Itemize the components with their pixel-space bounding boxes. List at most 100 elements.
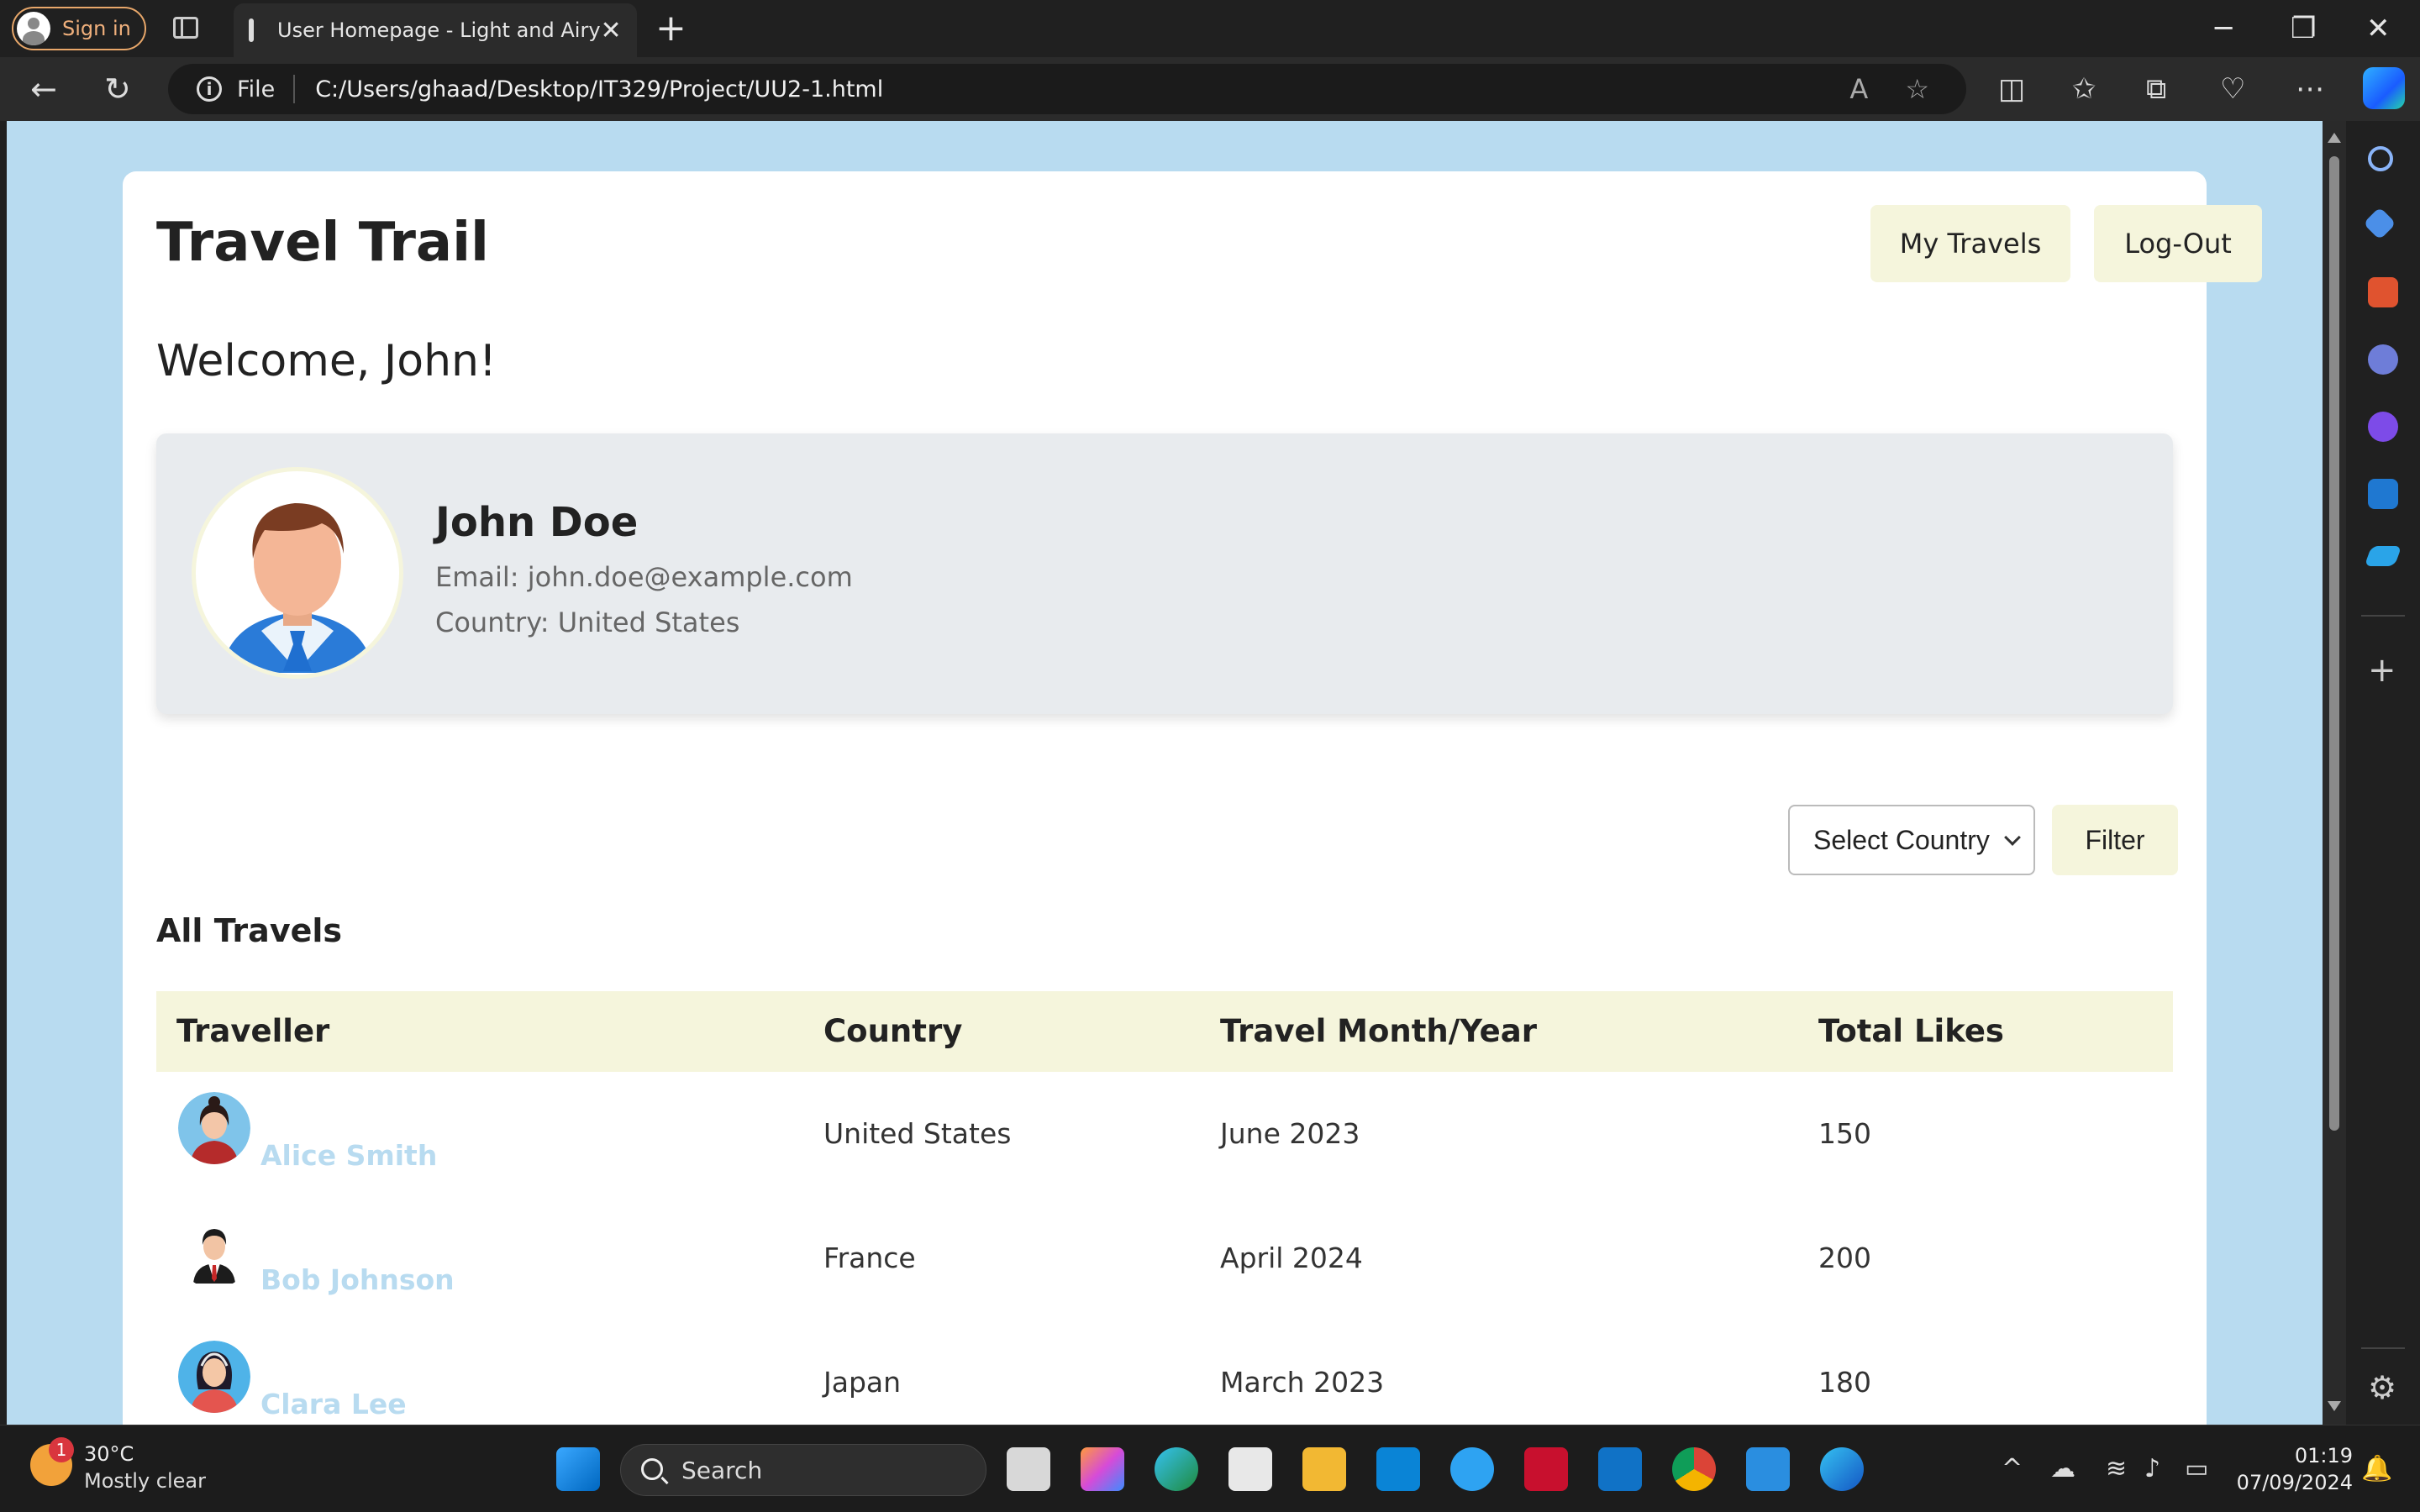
- column-header-country: Country: [823, 1013, 963, 1049]
- battery-icon[interactable]: ▭: [2185, 1454, 2208, 1484]
- taskbar-search[interactable]: Search: [620, 1444, 986, 1496]
- search-icon: [641, 1458, 663, 1480]
- browser-nav-bar: ← ↻ i File C:/Users/ghaad/Desktop/IT329/…: [0, 57, 2420, 121]
- country-select[interactable]: Select Country: [1788, 805, 2035, 875]
- logout-button[interactable]: Log-Out: [2094, 205, 2262, 282]
- scroll-thumb[interactable]: [2329, 156, 2339, 1131]
- show-hidden-icons-icon[interactable]: ^: [2002, 1454, 2023, 1484]
- column-header-date: Travel Month/Year: [1220, 1013, 1537, 1049]
- outlook-app-icon[interactable]: [1598, 1447, 1642, 1491]
- settings-gear-icon[interactable]: ⚙: [2368, 1371, 2396, 1404]
- taskbar-search-label: Search: [681, 1457, 763, 1484]
- volume-icon[interactable]: ♪: [2144, 1454, 2160, 1484]
- chrome-icon[interactable]: [1672, 1447, 1716, 1491]
- vscode-icon[interactable]: [1746, 1447, 1790, 1491]
- scroll-down-icon[interactable]: [2328, 1401, 2341, 1411]
- tab-title: User Homepage - Light and Airy: [277, 18, 601, 42]
- add-icon[interactable]: +: [2368, 654, 2396, 687]
- browser-tab-active[interactable]: User Homepage - Light and Airy ✕: [234, 3, 637, 57]
- more-options-icon[interactable]: ⋯: [2296, 57, 2324, 121]
- tab-actions-icon[interactable]: [173, 17, 198, 39]
- address-bar[interactable]: i File C:/Users/ghaad/Desktop/IT329/Proj…: [168, 64, 1966, 114]
- split-screen-icon[interactable]: ◫: [1998, 57, 2025, 121]
- cloud-offline-icon[interactable]: ☁: [2050, 1454, 2075, 1484]
- help-icon[interactable]: [1450, 1447, 1494, 1491]
- sign-in-label: Sign in: [62, 17, 131, 40]
- page-scrollbar[interactable]: [2323, 121, 2346, 1425]
- browser-essentials-icon[interactable]: ♡: [2220, 57, 2245, 121]
- woman-avatar-icon: [178, 1092, 250, 1164]
- document-icon: [249, 18, 254, 42]
- microsoft-365-icon[interactable]: [2368, 412, 2398, 442]
- address-divider: [293, 75, 296, 103]
- wifi-icon[interactable]: ≋: [2106, 1454, 2127, 1484]
- welcome-message: Welcome, John!: [156, 336, 497, 386]
- favorites-icon[interactable]: ✩: [2072, 57, 2096, 121]
- table-row: Alice Smith United States June 2023 150: [156, 1072, 2173, 1196]
- likes-cell: 180: [1818, 1366, 1871, 1399]
- info-icon[interactable]: i: [197, 76, 222, 102]
- outlook-icon[interactable]: [2368, 479, 2398, 509]
- weather-temperature[interactable]: 30°C: [84, 1442, 134, 1466]
- page-viewport: Travel Trail My Travels Log-Out Welcome,…: [7, 121, 2323, 1425]
- refresh-icon[interactable]: ↻: [104, 57, 131, 121]
- traveller-name-link[interactable]: Alice Smith: [260, 1139, 437, 1172]
- table-row: Bob Johnson France April 2024 200: [156, 1196, 2173, 1320]
- games-icon[interactable]: [2368, 344, 2398, 375]
- clock-time: 01:19: [2294, 1444, 2353, 1467]
- file-explorer-icon[interactable]: [1302, 1447, 1346, 1491]
- sidebar-divider: [2361, 615, 2405, 617]
- read-aloud-icon[interactable]: A: [1849, 73, 1868, 105]
- shopping-tag-icon[interactable]: [2363, 207, 2396, 240]
- traveller-name-link[interactable]: Clara Lee: [260, 1388, 407, 1420]
- send-icon[interactable]: [2364, 546, 2402, 566]
- sidebar-divider: [2361, 1347, 2405, 1349]
- system-clock[interactable]: 01:19 07/09/2024: [2218, 1442, 2353, 1496]
- date-cell: June 2023: [1220, 1117, 1360, 1150]
- weather-condition[interactable]: Mostly clear: [84, 1469, 206, 1493]
- country-select-value: Select Country: [1813, 824, 1990, 855]
- edge-active-icon[interactable]: [1820, 1447, 1864, 1491]
- favorite-star-icon[interactable]: ☆: [1905, 73, 1929, 105]
- column-header-traveller: Traveller: [176, 1013, 330, 1049]
- copilot-icon[interactable]: [2363, 67, 2405, 109]
- windows-taskbar: 1 30°C Mostly clear Search ^ ☁ ≋ ♪ ▭ 01:…: [0, 1425, 2420, 1512]
- myhp-icon[interactable]: [1376, 1447, 1420, 1491]
- restore-icon[interactable]: ❐: [2291, 7, 2316, 50]
- search-icon[interactable]: [2368, 146, 2393, 171]
- tools-icon[interactable]: [2368, 277, 2398, 307]
- minimize-icon[interactable]: ─: [2215, 7, 2232, 50]
- back-arrow-icon[interactable]: ←: [30, 57, 57, 121]
- window-close-icon[interactable]: ✕: [2366, 7, 2391, 50]
- browser-tab-bar: Sign in User Homepage - Light and Airy ✕…: [0, 0, 2420, 57]
- mcafee-icon[interactable]: [1524, 1447, 1568, 1491]
- all-travels-heading: All Travels: [156, 912, 343, 949]
- my-travels-button[interactable]: My Travels: [1870, 205, 2070, 282]
- table-header-row: Traveller Country Travel Month/Year Tota…: [156, 991, 2173, 1072]
- travels-table: Traveller Country Travel Month/Year Tota…: [156, 991, 2173, 1425]
- filter-button[interactable]: Filter: [2052, 805, 2178, 875]
- chevron-down-icon: [2004, 829, 2021, 846]
- notification-bell-icon[interactable]: 🔔: [2361, 1454, 2392, 1484]
- column-header-likes: Total Likes: [1818, 1013, 2004, 1049]
- copilot-app-icon[interactable]: [1081, 1447, 1124, 1491]
- address-url[interactable]: C:/Users/ghaad/Desktop/IT329/Project/UU2…: [315, 76, 1849, 102]
- weather-badge: 1: [49, 1437, 74, 1462]
- sign-in-button[interactable]: Sign in: [12, 7, 146, 50]
- scroll-up-icon[interactable]: [2328, 133, 2341, 143]
- close-tab-icon[interactable]: ✕: [601, 16, 622, 45]
- profile-country: Country: United States: [435, 606, 740, 638]
- date-cell: April 2024: [1220, 1242, 1363, 1274]
- new-tab-button[interactable]: +: [655, 7, 687, 50]
- collections-icon[interactable]: ⧉: [2146, 57, 2166, 121]
- country-cell: United States: [823, 1117, 1012, 1150]
- traveller-name-link[interactable]: Bob Johnson: [260, 1263, 455, 1296]
- task-view-icon[interactable]: [1007, 1447, 1050, 1491]
- main-card: Travel Trail My Travels Log-Out Welcome,…: [123, 171, 2262, 1425]
- profile-name: John Doe: [435, 499, 639, 546]
- date-cell: March 2023: [1220, 1366, 1385, 1399]
- store-icon[interactable]: [1228, 1447, 1272, 1491]
- woman-avatar-icon: [178, 1341, 250, 1413]
- edge-app-icon[interactable]: [1155, 1447, 1198, 1491]
- windows-start-icon[interactable]: [556, 1447, 600, 1491]
